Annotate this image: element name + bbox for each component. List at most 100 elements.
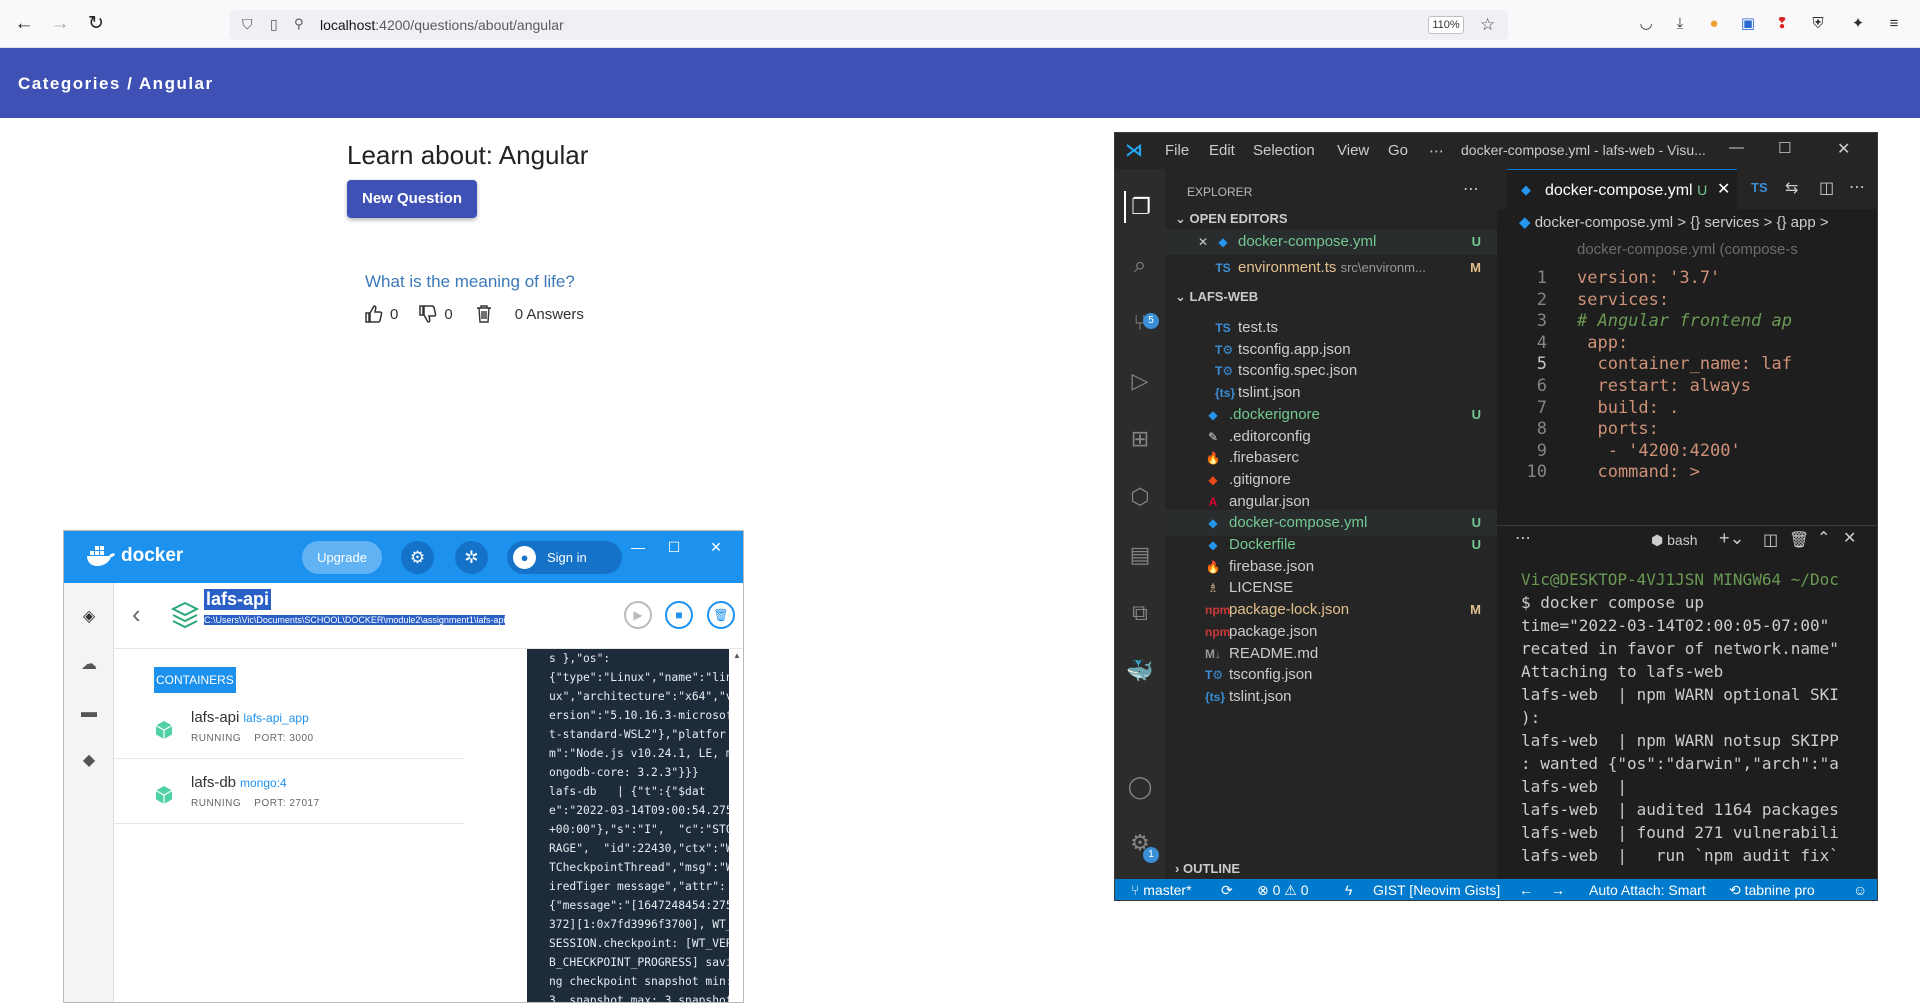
maximize-icon[interactable]: ☐ (1778, 139, 1791, 157)
troubleshoot-bug-icon[interactable]: ✲ (455, 541, 488, 574)
trash-icon[interactable] (475, 304, 493, 324)
search-icon[interactable]: ⌕ (1124, 249, 1156, 281)
tab-docker-compose[interactable]: ◆ docker-compose.yml U ✕ (1507, 169, 1737, 209)
auto-attach-indicator[interactable]: Auto Attach: Smart (1589, 879, 1706, 900)
new-question-button[interactable]: New Question (347, 180, 477, 218)
menu-more[interactable]: ⋯ (1429, 142, 1444, 160)
thumbs-up-icon[interactable] (364, 304, 384, 324)
sync-icon[interactable]: ⟳ (1221, 879, 1233, 900)
sign-in-button[interactable]: ● Sign in (507, 541, 622, 574)
more-actions-icon[interactable]: ⋯ (1849, 177, 1865, 197)
forward-icon[interactable]: → (48, 12, 72, 36)
run-debug-icon[interactable]: ▷ (1124, 365, 1156, 397)
container-row[interactable]: lafs-api lafs-api_app RUNNING PORT: 3000 (114, 695, 464, 759)
url-text[interactable]: localhost:4200/questions/about/angular (320, 17, 564, 33)
split-terminal-icon[interactable]: ◫ (1763, 530, 1778, 550)
ublock-icon[interactable]: ⛨ (1808, 14, 1828, 34)
docker-icon[interactable]: 🐳 (1124, 655, 1156, 687)
stop-button[interactable]: ■ (665, 601, 693, 629)
bookmark-star-icon[interactable]: ☆ (1480, 15, 1495, 35)
settings-gear-icon[interactable]: ⚙ (401, 541, 434, 574)
container-row[interactable]: lafs-db mongo:4 RUNNING PORT: 27017 (114, 760, 464, 824)
reload-icon[interactable]: ↻ (84, 12, 108, 36)
back-icon[interactable]: ← (12, 12, 36, 36)
branch-indicator[interactable]: ⑂ master* (1131, 879, 1192, 900)
upgrade-button[interactable]: Upgrade (302, 541, 382, 574)
back-chevron-icon[interactable]: ‹ (132, 599, 141, 630)
outline-section[interactable]: › OUTLINE (1175, 861, 1240, 876)
remote-explorer-icon[interactable]: ⬡ (1124, 481, 1156, 513)
go-back-icon[interactable]: ← (1519, 879, 1533, 900)
extensions-icon[interactable]: ✦ (1848, 14, 1868, 34)
volumes-nav-icon[interactable]: ▬ (77, 701, 101, 725)
project-section[interactable]: ⌄ LAFS-WEB (1175, 289, 1258, 305)
code-line[interactable]: 10 command: > (1497, 459, 1877, 485)
menu-view[interactable]: View (1337, 142, 1369, 159)
extension-red-icon[interactable]: ❢ (1772, 14, 1792, 34)
thumbs-down-icon[interactable] (418, 304, 438, 324)
app-path: C:\Users\Vic\Documents\SCHOOL\DOCKER\mod… (204, 615, 506, 625)
menu-file[interactable]: File (1165, 142, 1189, 159)
maximize-panel-icon[interactable]: ⌃ (1817, 528, 1830, 548)
tabnine-indicator[interactable]: ⟲ tabnine pro (1729, 879, 1815, 900)
tab-ts-file[interactable]: TS (1751, 180, 1768, 195)
compare-icon[interactable]: ⇆ (1785, 178, 1798, 198)
folders-icon[interactable]: ⧉ (1124, 597, 1156, 629)
minimize-icon[interactable]: — (626, 537, 650, 557)
menu-icon[interactable]: ≡ (1884, 14, 1904, 34)
cloud-nav-icon[interactable]: ☁ (77, 653, 101, 677)
feedback-icon[interactable]: ☺ (1853, 879, 1867, 900)
menu-selection[interactable]: Selection (1253, 142, 1315, 159)
breadcrumb[interactable]: Categories / Angular (18, 74, 214, 94)
split-editor-icon[interactable]: ◫ (1819, 178, 1834, 198)
explorer-title: EXPLORER (1187, 185, 1253, 199)
answers-count[interactable]: 0 Answers (515, 306, 584, 323)
lightning-icon[interactable]: ϟ (1345, 879, 1352, 900)
container-image: mongo:4 (240, 776, 287, 790)
maximize-icon[interactable]: ☐ (662, 537, 686, 557)
container-logs[interactable]: s },"os": {"type":"Linux","name":"linux"… (527, 649, 743, 1002)
close-icon[interactable]: ✕ (1837, 139, 1850, 159)
explorer-icon[interactable]: ❐ (1124, 191, 1156, 223)
downloads-icon[interactable]: ⤓ (1670, 14, 1690, 34)
kill-terminal-icon[interactable]: 🗑 (1789, 530, 1809, 550)
page-title: Learn about: Angular (347, 140, 589, 170)
gist-indicator[interactable]: GIST [Neovim Gists] (1373, 879, 1500, 900)
close-icon[interactable]: ✕ (704, 537, 728, 557)
file-tree-item[interactable]: {ts} tslint.json (1165, 684, 1497, 710)
open-editor-item[interactable]: ✕ ◆ docker-compose.yml U (1165, 229, 1497, 255)
extension-icon[interactable]: ● (1704, 14, 1724, 34)
docker-desktop-window: docker Upgrade ⚙ ✲ ● Sign in — ☐ ✕ ◈ ☁ ▬ … (63, 530, 744, 1003)
new-extension-icon[interactable]: ▣ (1738, 14, 1758, 34)
address-bar[interactable]: ⛉ ▯ ⚲ localhost:4200/questions/about/ang… (230, 10, 1508, 40)
terminal-shell[interactable]: ⬢ bash (1651, 532, 1697, 549)
containers-nav-icon[interactable]: ◈ (77, 605, 101, 629)
open-editors-section[interactable]: ⌄ OPEN EDITORS (1175, 211, 1288, 227)
delete-button[interactable]: 🗑 (707, 601, 735, 629)
menu-go[interactable]: Go (1388, 142, 1408, 159)
menu-edit[interactable]: Edit (1209, 142, 1235, 159)
open-editor-item[interactable]: TS environment.ts src\environm... M (1165, 255, 1497, 281)
panel-more-icon[interactable]: ⋯ (1515, 528, 1531, 548)
notebook-icon[interactable]: ▤ (1124, 539, 1156, 571)
more-actions-icon[interactable]: ⋯ (1463, 179, 1479, 199)
question-link[interactable]: What is the meaning of life? (365, 272, 575, 292)
minimize-icon[interactable]: — (1729, 139, 1744, 156)
new-terminal-icon[interactable]: +⌄ (1719, 528, 1745, 549)
terminal-output[interactable]: Vic@DESKTOP-4VJ1JSN MINGW64 ~/Doc $ docke… (1521, 568, 1877, 867)
account-icon[interactable]: ◯ (1124, 771, 1156, 803)
dev-env-nav-icon[interactable]: ◆ (77, 749, 101, 773)
shield-icon[interactable]: ⛉ (242, 16, 253, 33)
zoom-level[interactable]: 110% (1428, 16, 1464, 34)
extensions-icon[interactable]: ⊞ (1124, 423, 1156, 455)
container-port: PORT: 27017 (254, 798, 320, 809)
permissions-icon[interactable]: ⚲ (294, 16, 304, 32)
logs-scrollbar[interactable]: ▲ (729, 649, 743, 1002)
editor-breadcrumb[interactable]: ◆ docker-compose.yml > {} services > {} … (1519, 213, 1829, 231)
problems-indicator[interactable]: ⊗ 0 ⚠ 0 (1257, 879, 1309, 900)
close-panel-icon[interactable]: ✕ (1843, 528, 1856, 548)
start-button[interactable]: ▶ (624, 601, 652, 629)
go-forward-icon[interactable]: → (1551, 879, 1565, 900)
pocket-icon[interactable]: ◡ (1636, 14, 1656, 34)
tab-close-icon[interactable]: ✕ (1717, 170, 1730, 210)
